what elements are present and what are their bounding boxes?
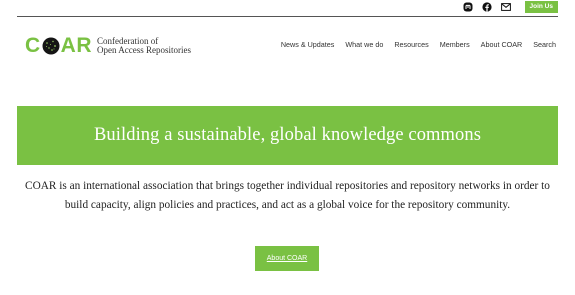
- hero-title: Building a sustainable, global knowledge…: [93, 125, 482, 145]
- nav-resources[interactable]: Resources: [394, 40, 428, 49]
- about-coar-button[interactable]: About COAR: [255, 246, 319, 271]
- logo-letter-c: C: [25, 34, 41, 57]
- mastodon-icon[interactable]: [463, 2, 473, 12]
- logo-subtitle: Confederation of Open Access Repositorie…: [97, 36, 191, 56]
- nav-search[interactable]: Search: [533, 40, 556, 49]
- nav-about-coar[interactable]: About COAR: [481, 40, 523, 49]
- main-nav: News & Updates What we do Resources Memb…: [270, 40, 556, 49]
- nav-news-updates[interactable]: News & Updates: [281, 40, 335, 49]
- globe-dot-icon: [42, 37, 60, 55]
- logo-wordmark: C AR: [25, 34, 92, 58]
- coar-logo[interactable]: C AR Confederation of Open Access Reposi…: [25, 34, 191, 58]
- logo-subtitle-line2: Open Access Repositories: [97, 45, 191, 55]
- facebook-icon[interactable]: [481, 2, 492, 12]
- nav-members[interactable]: Members: [440, 40, 470, 49]
- logo-letters-ar: AR: [60, 34, 93, 57]
- join-us-button[interactable]: Join Us: [524, 1, 558, 13]
- social-links: Join Us: [454, 0, 558, 14]
- nav-what-we-do[interactable]: What we do: [345, 40, 383, 49]
- email-icon[interactable]: [500, 3, 511, 11]
- hero-banner: Building a sustainable, global knowledge…: [17, 106, 558, 165]
- intro-paragraph: COAR is an international association tha…: [25, 180, 550, 211]
